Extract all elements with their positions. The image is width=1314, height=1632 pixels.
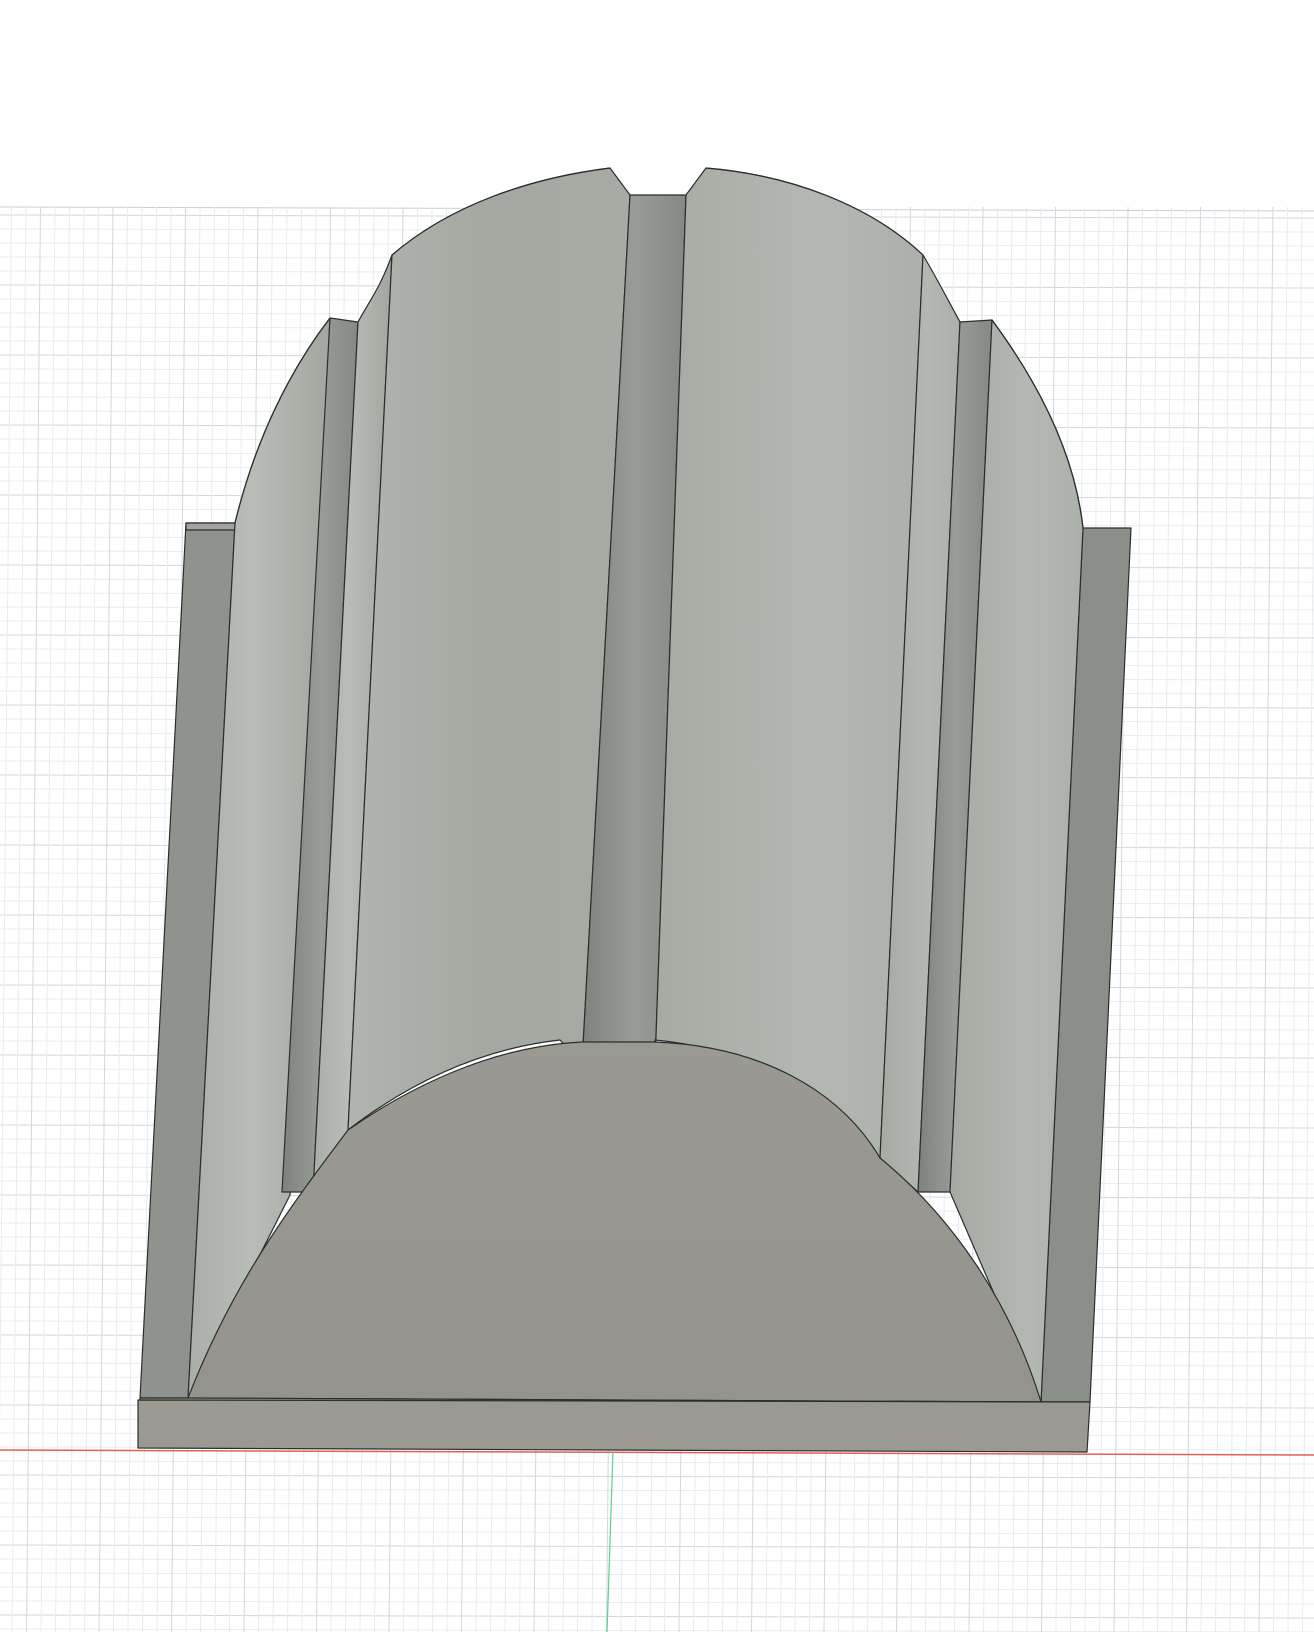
viewport-canvas[interactable] [0, 0, 1314, 1632]
center-right-flute[interactable] [654, 167, 924, 1159]
grid-line-horizontal [0, 1516, 1314, 1521]
grid-line-vertical [26, 206, 41, 1632]
grid-line-vertical [98, 206, 114, 1632]
grid-line-vertical [1113, 206, 1129, 1632]
grid-line-vertical [1273, 206, 1288, 1632]
left-plate-top [185, 522, 236, 531]
grid-line-horizontal [0, 1544, 1314, 1549]
base-slab-front[interactable] [137, 1399, 1091, 1453]
grid-line-horizontal [0, 1530, 1314, 1535]
grid-line-vertical [84, 206, 99, 1632]
grid-line-vertical [1287, 206, 1303, 1632]
grid-line-vertical [1258, 206, 1274, 1632]
grid-line-vertical [11, 206, 27, 1632]
3d-model-body[interactable] [137, 167, 1132, 1453]
grid-line-vertical [40, 206, 56, 1632]
grid-line-vertical [55, 206, 70, 1632]
grid-line-vertical [0, 206, 12, 1429]
grid-line-horizontal [0, 1502, 1314, 1507]
grid-line-horizontal [0, 1614, 1314, 1619]
grid-line-horizontal [0, 1600, 1314, 1605]
grid-line-horizontal [0, 1460, 1314, 1465]
grid-line-vertical [1186, 206, 1201, 1632]
grid-line-vertical [1200, 206, 1216, 1632]
grid-line-vertical [1142, 206, 1158, 1632]
grid-line-horizontal [0, 1586, 1314, 1591]
grid-line-vertical [69, 206, 85, 1632]
3d-viewport[interactable] [0, 0, 1314, 1632]
grid-line-horizontal [0, 1572, 1314, 1577]
grid-line-vertical [1244, 206, 1259, 1632]
grid-line-vertical [113, 206, 128, 1632]
grid-line-vertical [1171, 206, 1187, 1632]
grid-line-vertical [1215, 206, 1230, 1632]
grid-line-vertical [1128, 206, 1143, 1632]
grid-line-horizontal [0, 1488, 1314, 1493]
grid-line-vertical [1229, 206, 1245, 1632]
grid-line-horizontal [0, 1474, 1314, 1479]
grid-line-vertical [1157, 206, 1172, 1632]
grid-line-vertical [1302, 410, 1314, 1632]
grid-line-horizontal [0, 1558, 1314, 1563]
